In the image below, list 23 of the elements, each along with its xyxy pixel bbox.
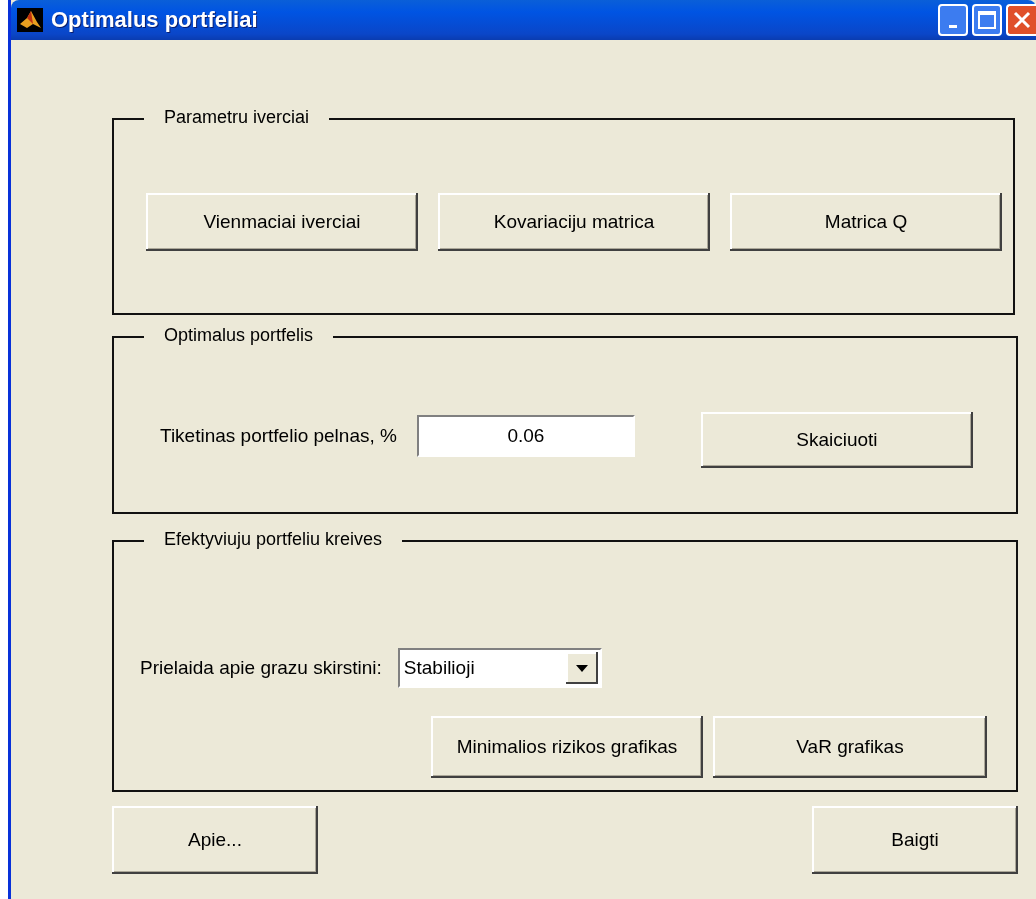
input-field[interactable]: 0.06 [416, 415, 635, 457]
calculate-button[interactable]: Skaiciuoti [700, 412, 973, 468]
maximize-button[interactable] [972, 4, 1002, 36]
window-title: Optimalus portfeliai [51, 7, 258, 33]
dropdown[interactable]: Stabilioji [397, 648, 602, 688]
app-icon [17, 8, 43, 32]
exit-button[interactable]: Baigti [812, 806, 1018, 874]
maximize-icon [977, 10, 997, 30]
group-title: Optimalus portfelis [144, 325, 334, 346]
caret-icon [575, 664, 588, 672]
action-button[interactable]: Kovariaciju matrica [438, 193, 710, 251]
action-button[interactable]: Vienmaciai iverciai [146, 193, 418, 251]
group-title: Efektyviuju portfeliu kreives [144, 529, 403, 550]
chart-button[interactable]: Minimalios rizikos grafikas [431, 716, 703, 778]
about-button[interactable]: Apie... [112, 806, 318, 874]
action-button[interactable]: Matrica Q [730, 193, 1002, 251]
close-button[interactable] [1006, 4, 1036, 36]
close-icon [1012, 10, 1032, 30]
field-label: Tiketinas portfelio pelnas, % [160, 425, 397, 447]
dropdown-label: Prielaida apie grazu skirstini: [140, 657, 382, 679]
chart-button[interactable]: VaR grafikas [713, 716, 987, 778]
minimize-icon [949, 24, 957, 28]
minimize-button[interactable] [938, 4, 968, 36]
